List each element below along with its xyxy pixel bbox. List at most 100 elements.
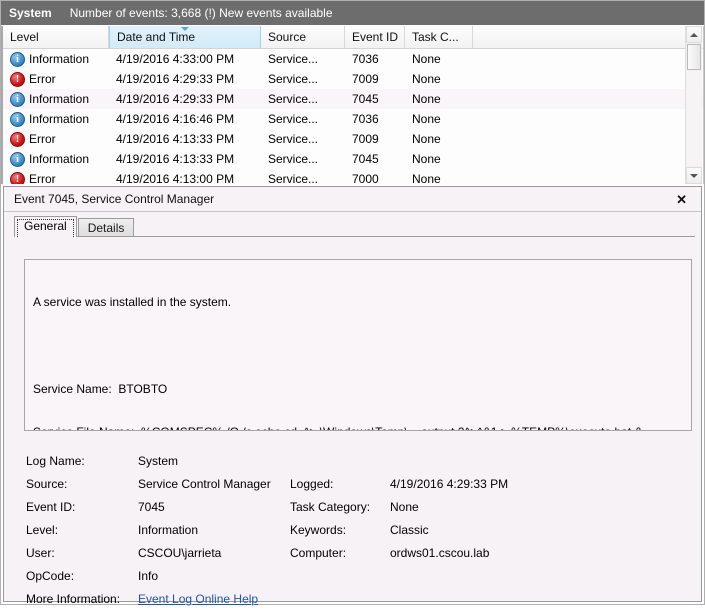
error-icon: !: [10, 71, 25, 87]
scroll-down-button[interactable]: [686, 167, 702, 184]
tabstrip-divider: [14, 236, 695, 237]
detail-title-text: Event 7045, Service Control Manager: [14, 192, 215, 206]
cell-level: i Information: [3, 111, 109, 127]
column-header-level[interactable]: Level: [3, 26, 109, 48]
log-status-text: Number of events: 3,668 (!) New events a…: [69, 6, 333, 20]
cell-datetime: 4/19/2016 4:29:33 PM: [116, 72, 235, 86]
cell-source: Service...: [268, 132, 319, 146]
event-id-field-label: Event ID:: [26, 499, 76, 514]
task-category-field-label: Task Category:: [290, 499, 371, 514]
cell-source: Service...: [268, 172, 319, 184]
table-row[interactable]: ! Error 4/19/2016 4:13:33 PM Service... 7009…: [3, 129, 703, 149]
cell-level-label: Information: [29, 112, 90, 126]
metadata-row-log-name: Log Name: System: [26, 449, 691, 472]
logged-field-value: 4/19/2016 4:29:33 PM: [390, 476, 509, 491]
cell-datetime: 4/19/2016 4:16:46 PM: [116, 112, 235, 126]
cell-level-label: Error: [29, 132, 56, 146]
cell-datetime: 4/19/2016 4:13:33 PM: [116, 132, 235, 146]
source-field-value: Service Control Manager: [138, 476, 271, 491]
description-line-service-file-name: Service File Name: %COMSPEC% /Q /c echo …: [33, 425, 683, 430]
information-icon: i: [10, 151, 25, 167]
column-header-row: Level Date and Time Source Event ID Task…: [3, 26, 703, 49]
table-row[interactable]: ! Error 4/19/2016 4:29:33 PM Service... 7009…: [3, 69, 703, 89]
user-field-label: User:: [26, 545, 55, 560]
cell-level-label: Information: [29, 152, 90, 166]
cell-level-label: Error: [29, 172, 56, 184]
metadata-row-opcode: OpCode: Info: [26, 564, 691, 587]
cell-task_category: None: [412, 172, 441, 184]
cell-task_category: None: [412, 72, 441, 86]
cell-level: i Information: [3, 151, 109, 167]
detail-tabs: General Details: [4, 216, 701, 237]
description-line-intro: A service was installed in the system.: [33, 295, 232, 309]
cell-level-label: Information: [29, 52, 90, 66]
cell-task_category: None: [412, 92, 441, 106]
scroll-up-button[interactable]: [686, 26, 702, 43]
metadata-row-event-id: Event ID: 7045 Task Category: None: [26, 495, 691, 518]
column-header-source-label: Source: [268, 30, 307, 44]
column-header-event-id[interactable]: Event ID: [345, 26, 405, 48]
event-description-box[interactable]: A service was installed in the system. S…: [24, 259, 692, 431]
event-detail-pane: Event 7045, Service Control Manager ✕ Ge…: [3, 186, 702, 606]
event-list-panel: Level Date and Time Source Event ID Task…: [1, 25, 704, 184]
cell-source: Service...: [268, 112, 319, 126]
event-list-inner: Level Date and Time Source Event ID Task…: [1, 26, 704, 184]
event-log-online-help-link[interactable]: Event Log Online Help: [138, 592, 290, 606]
computer-field-value: ordws01.cscou.lab: [390, 545, 490, 560]
log-name-label: System: [9, 6, 52, 20]
cell-datetime: 4/19/2016 4:13:33 PM: [116, 152, 235, 166]
log-name-field-label: Log Name:: [26, 453, 85, 468]
more-information-field-label: More Information:: [26, 591, 121, 606]
information-icon: i: [10, 91, 25, 107]
table-row[interactable]: ! Error 4/19/2016 4:13:00 PM Service... 7000…: [3, 169, 703, 184]
cell-source: Service...: [268, 92, 319, 106]
keywords-field-value: Classic: [390, 522, 429, 537]
table-row[interactable]: i Information 4/19/2016 4:16:46 PM Service.…: [3, 109, 703, 129]
keywords-field-label: Keywords:: [290, 522, 347, 537]
information-icon: i: [10, 51, 25, 67]
tab-details[interactable]: Details: [77, 218, 135, 237]
event-description-text: A service was installed in the system. S…: [25, 260, 691, 430]
logged-field-label: Logged:: [290, 476, 334, 491]
column-header-source[interactable]: Source: [261, 26, 345, 48]
log-header-bar: System Number of events: 3,668 (!) New e…: [1, 1, 704, 25]
column-header-task-label: Task C...: [412, 30, 459, 44]
table-row[interactable]: i Information 4/19/2016 4:13:33 PM Service.…: [3, 149, 703, 169]
column-header-date-label: Date and Time: [117, 30, 196, 44]
cell-level: i Information: [3, 91, 109, 107]
cell-task_category: None: [412, 132, 441, 146]
cell-source: Service...: [268, 52, 319, 66]
event-row-list: i Information 4/19/2016 4:33:00 PM Service.…: [3, 49, 703, 184]
cell-event_id: 7036: [352, 52, 379, 66]
opcode-field-label: OpCode:: [26, 568, 75, 583]
cell-datetime: 4/19/2016 4:33:00 PM: [116, 52, 235, 66]
log-name-field-value: System: [138, 453, 179, 468]
cell-level: ! Error: [3, 131, 109, 147]
cell-level: i Information: [3, 51, 109, 67]
cell-event_id: 7000: [352, 172, 379, 184]
cell-event_id: 7036: [352, 112, 379, 126]
cell-event_id: 7045: [352, 92, 379, 106]
error-icon: !: [10, 171, 25, 184]
event-id-field-value: 7045: [138, 499, 165, 514]
scrollbar-track[interactable]: [687, 71, 701, 166]
column-header-task-category[interactable]: Task C...: [405, 26, 473, 48]
description-line-blank: [33, 339, 683, 353]
table-row[interactable]: i Information 4/19/2016 4:29:33 PM Service.…: [3, 89, 703, 109]
cell-task_category: None: [412, 112, 441, 126]
chevron-up-icon: [690, 32, 698, 37]
tab-details-label: Details: [87, 221, 125, 235]
close-icon[interactable]: ✕: [670, 193, 693, 206]
table-row[interactable]: i Information 4/19/2016 4:33:00 PM Service.…: [3, 49, 703, 69]
scrollbar-thumb[interactable]: [687, 44, 701, 70]
opcode-field-value: Info: [138, 568, 159, 583]
event-list-scrollbar[interactable]: [685, 26, 702, 184]
cell-task_category: None: [412, 152, 441, 166]
computer-field-label: Computer:: [290, 545, 347, 560]
column-header-date-and-time[interactable]: Date and Time: [109, 26, 261, 48]
cell-source: Service...: [268, 72, 319, 86]
tab-general[interactable]: General: [14, 216, 77, 237]
cell-level-label: Error: [29, 72, 56, 86]
metadata-row-level: Level: Information Keywords: Classic: [26, 518, 691, 541]
cell-event_id: 7009: [352, 72, 379, 86]
